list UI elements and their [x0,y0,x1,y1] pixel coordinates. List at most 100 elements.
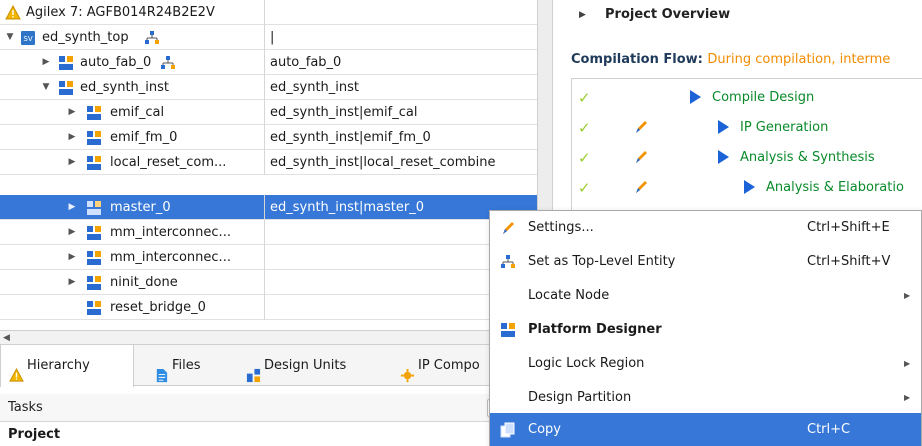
hierarchy-top-icon [500,254,516,270]
tree-row-label: emif_fm_0 [110,130,178,145]
edit-settings-icon [500,220,516,236]
expand-arrow-icon[interactable]: ▶ [66,245,78,270]
tab-label: Design Units [264,358,347,373]
hierarchy-panel: Agilex 7: AGFB014R24B2E2V ▼ SV ed_synth_… [0,0,537,446]
tree-row-ninit-done[interactable]: ▶ ninit_done [0,270,537,295]
instance-icon [86,130,102,146]
play-icon[interactable] [744,180,755,194]
tree-row-master-0[interactable]: ▶ master_0 ed_synth_inst|master_0 [0,195,537,220]
expand-arrow-icon[interactable]: ▶ [579,0,586,30]
tree-row-path: ed_synth_inst|emif_cal [270,105,418,120]
flow-item-label: Analysis & Synthesis [740,150,875,165]
menu-item-label: Design Partition [528,390,632,405]
flow-item-analysis-elaboration[interactable]: ✓ Analysis & Elaboratio [572,173,922,203]
collapse-arrow-icon[interactable]: ▼ [4,25,16,50]
flow-title-label: Compilation Flow: [571,52,703,67]
flow-item-analysis-synthesis[interactable]: ✓ Analysis & Synthesis [572,143,922,173]
play-icon[interactable] [690,90,701,104]
tree-row-ed-synth-inst[interactable]: ▼ ed_synth_inst ed_synth_inst [0,75,537,100]
menu-item-shortcut: Ctrl+C [807,422,851,437]
menu-item-shortcut: Ctrl+Shift+E [807,220,890,235]
tree-row-mm-interconnect-1[interactable]: ▶ mm_interconnec... [0,220,537,245]
project-overview-label: Project Overview [605,7,731,22]
tab-ip-components[interactable]: IP Compo [392,345,502,387]
instance-icon [86,155,102,171]
tree-row-label: ed_synth_inst [80,80,170,95]
expand-arrow-icon[interactable]: ▶ [66,125,78,150]
expand-arrow-icon[interactable]: ▶ [66,100,78,125]
tree-row-label: emif_cal [110,105,165,120]
play-icon[interactable] [718,150,729,164]
svg-text:SV: SV [23,35,32,43]
tab-label: Files [172,358,201,373]
tab-label: IP Compo [418,358,480,373]
warning-triangle-icon [9,359,24,382]
device-row[interactable]: Agilex 7: AGFB014R24B2E2V [0,0,537,25]
instance-icon [58,80,74,96]
scroll-left-arrow-icon[interactable]: ◀ [3,331,10,345]
menu-item-settings[interactable]: Settings... Ctrl+Shift+E [490,211,921,245]
menu-item-copy[interactable]: Copy Ctrl+C [490,413,921,446]
horizontal-scrollbar[interactable]: ◀ [0,330,537,344]
tree-row-emif-cal[interactable]: ▶ emif_cal ed_synth_inst|emif_cal [0,100,537,125]
project-overview-header[interactable]: ▶ Project Overview [553,0,922,30]
tree-row-label: mm_interconnec... [110,250,231,265]
edit-settings-icon[interactable] [634,119,648,135]
tree-row-path: ed_synth_inst|emif_fm_0 [270,130,431,145]
project-label: Project [8,427,61,442]
submenu-arrow-icon: ▶ [904,393,911,402]
tree-row-label: ninit_done [110,275,178,290]
flow-item-label: IP Generation [740,120,829,135]
menu-item-logic-lock-region[interactable]: Logic Lock Region ▶ [490,347,921,381]
tree-row-auto-fab-0[interactable]: ▶ auto_fab_0 auto_fab_0 [0,50,537,75]
menu-item-label: Copy [528,422,561,437]
copy-icon [500,422,516,438]
expand-arrow-icon[interactable]: ▶ [66,195,78,220]
check-icon: ✓ [578,179,591,197]
systemverilog-file-icon: SV [20,30,36,46]
expand-arrow-icon[interactable]: ▶ [66,220,78,245]
expand-arrow-icon[interactable]: ▶ [66,150,78,175]
tasks-header: Tasks [0,394,537,422]
collapse-arrow-icon[interactable]: ▼ [40,75,52,100]
edit-settings-icon[interactable] [634,149,648,165]
menu-item-locate-node[interactable]: Locate Node ▶ [490,279,921,313]
instance-icon [86,225,102,241]
instance-icon [86,200,102,216]
tab-files[interactable]: Files [146,345,230,387]
tab-hierarchy[interactable]: Hierarchy [0,345,134,387]
menu-item-label: Locate Node [528,288,610,303]
tree-row-path: auto_fab_0 [270,55,342,70]
menu-item-set-top-level-entity[interactable]: Set as Top-Level Entity Ctrl+Shift+V [490,245,921,279]
design-units-icon [246,359,261,383]
tab-label: Hierarchy [27,358,90,373]
submenu-arrow-icon: ▶ [904,359,911,368]
check-icon: ✓ [578,119,591,137]
file-icon [154,359,169,383]
tree-row-label: mm_interconnec... [110,225,231,240]
flow-note: During compilation, interme [707,52,891,67]
check-icon: ✓ [578,89,591,107]
edit-settings-icon[interactable] [634,179,648,195]
flow-item-label: Analysis & Elaboratio [766,180,904,195]
menu-item-platform-designer[interactable]: Platform Designer [490,313,921,347]
context-menu: Settings... Ctrl+Shift+E Set as Top-Leve… [489,210,922,446]
flow-item-ip-generation[interactable]: ✓ IP Generation [572,113,922,143]
tree-row-emif-fm-0[interactable]: ▶ emif_fm_0 ed_synth_inst|emif_fm_0 [0,125,537,150]
flow-item-compile-design[interactable]: ✓ Compile Design [572,83,922,113]
instance-icon [86,275,102,291]
menu-item-design-partition[interactable]: Design Partition ▶ [490,381,921,415]
expand-arrow-icon[interactable]: ▶ [40,50,52,75]
device-label: Agilex 7: AGFB014R24B2E2V [26,5,215,20]
tree-row-ed-synth-top[interactable]: ▼ SV ed_synth_top | [0,25,537,50]
menu-item-label: Set as Top-Level Entity [528,254,676,269]
tasks-project-row[interactable]: Project [0,424,537,446]
play-icon[interactable] [718,120,729,134]
tab-design-units[interactable]: Design Units [238,345,378,387]
menu-item-shortcut: Ctrl+Shift+V [807,254,891,269]
tree-row-mm-interconnect-2[interactable]: ▶ mm_interconnec... [0,245,537,270]
instance-icon [86,300,102,316]
tree-row-local-reset-combine[interactable]: ▶ local_reset_com... ed_synth_inst|local… [0,150,537,175]
expand-arrow-icon[interactable]: ▶ [66,270,78,295]
tree-row-reset-bridge-0[interactable]: reset_bridge_0 [0,295,537,320]
